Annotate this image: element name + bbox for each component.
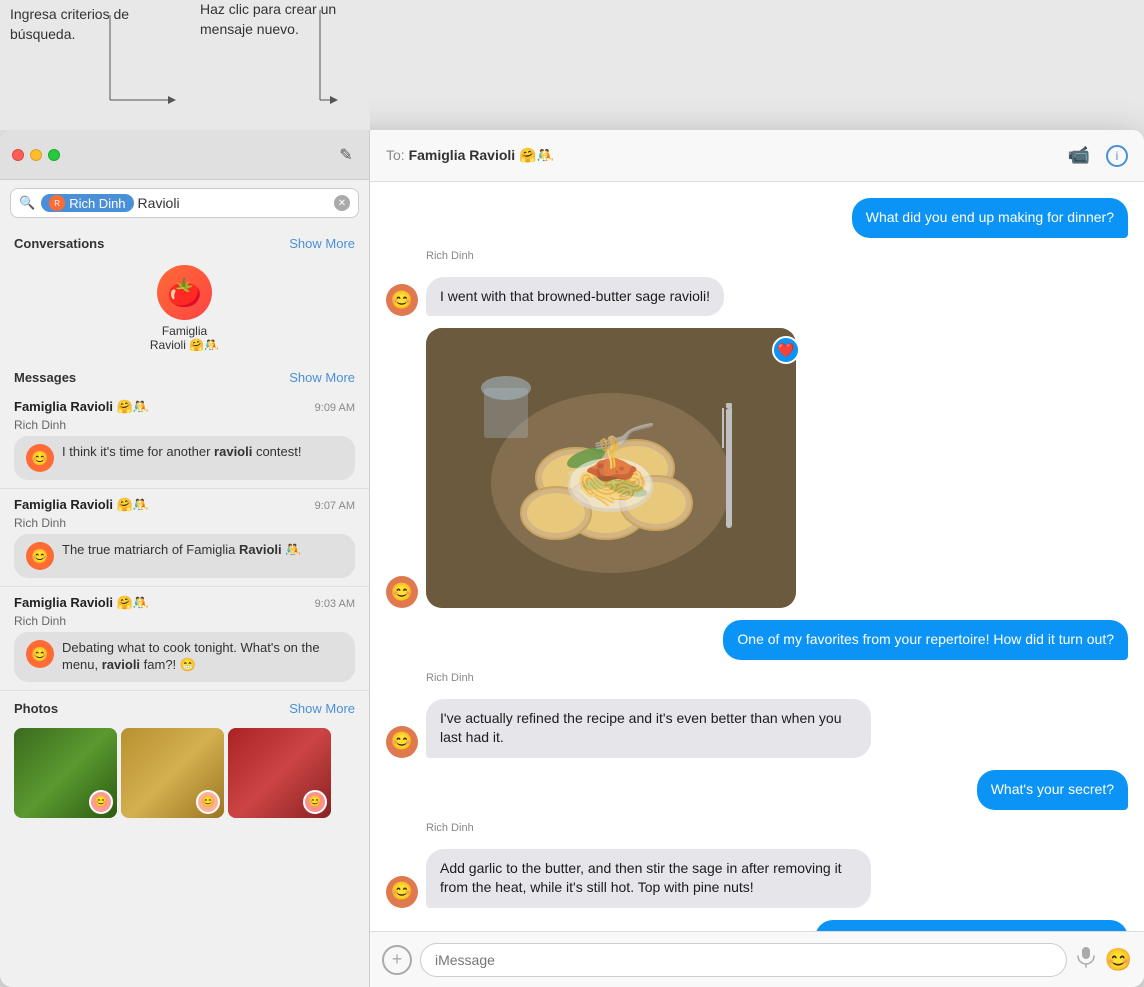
search-token[interactable]: R Rich Dinh <box>41 194 133 212</box>
message-row-outgoing: One of my favorites from your repertoire… <box>386 620 1128 660</box>
chat-input-area: + 😊 <box>370 931 1144 987</box>
photos-grid: 😊 😊 😊 <box>0 722 369 824</box>
app-window: ✎ 🔍 R Rich Dinh Ravioli ✕ Conversations … <box>0 130 1144 987</box>
message-item[interactable]: Famiglia Ravioli 🤗🤼 9:07 AM Rich Dinh 😊 … <box>0 489 369 587</box>
photos-header: Photos Show More <box>0 691 369 722</box>
conversations-show-more[interactable]: Show More <box>289 236 355 251</box>
message-preview: 😊 The true matriarch of Famiglia Ravioli… <box>14 534 355 578</box>
compose-icon: ✎ <box>339 145 352 165</box>
message-row-incoming: 😊 I've actually refined the recipe and i… <box>386 699 1128 758</box>
messages-header: Messages Show More <box>0 360 369 391</box>
message-time: 9:03 AM <box>315 598 355 610</box>
token-avatar: R <box>49 195 65 211</box>
fullscreen-button[interactable] <box>48 149 60 161</box>
token-label: Rich Dinh <box>69 196 125 211</box>
photo-thumb[interactable]: 😊 <box>121 728 224 818</box>
message-from: Famiglia Ravioli 🤗🤼 <box>14 399 149 415</box>
message-from: Famiglia Ravioli 🤗🤼 <box>14 497 149 513</box>
chat-header-actions: 📹 i <box>1068 145 1128 167</box>
photos-title: Photos <box>14 701 58 716</box>
message-preview: 😊 Debating what to cook tonight. What's … <box>14 632 355 682</box>
mini-avatar: 😊 <box>26 542 54 570</box>
search-query: R Rich Dinh Ravioli <box>41 194 328 212</box>
conversations-header: Conversations Show More <box>0 226 369 257</box>
audio-icon[interactable] <box>1075 946 1097 973</box>
search-annotation-text: Ingresa criterios de búsqueda. <box>10 6 129 42</box>
photo-thumb[interactable]: 😊 <box>228 728 331 818</box>
compose-button[interactable]: ✎ <box>335 144 357 166</box>
message-bubble: Add garlic to the butter, and then stir … <box>426 849 871 908</box>
add-button[interactable]: + <box>382 945 412 975</box>
sender-name: Rich Dinh <box>386 822 1128 834</box>
message-row-outgoing: Incredible. I have to try making this fo… <box>386 920 1128 931</box>
conv-avatar: 🍅 <box>157 265 212 320</box>
sender-avatar: 😊 <box>386 876 418 908</box>
emoji-button[interactable]: 😊 <box>1105 947 1132 973</box>
ravioli-image[interactable] <box>426 328 796 608</box>
message-input[interactable] <box>420 943 1067 977</box>
message-row-image: 😊 <box>386 328 1128 608</box>
message-bubble: What's your secret? <box>977 770 1128 810</box>
conversations-title: Conversations <box>14 236 104 251</box>
sidebar-content: Conversations Show More 🍅 FamigliaRaviol… <box>0 226 369 987</box>
sidebar: ✎ 🔍 R Rich Dinh Ravioli ✕ Conversations … <box>0 130 370 987</box>
message-bubble: I've actually refined the recipe and it'… <box>426 699 871 758</box>
sender-name: Rich Dinh <box>386 250 1128 262</box>
compose-annotation-text: Haz clic para crear un mensaje nuevo. <box>200 1 336 37</box>
message-sub: Rich Dinh <box>14 418 355 432</box>
message-bubble: I went with that browned-butter sage rav… <box>426 277 724 317</box>
message-bubble: Incredible. I have to try making this fo… <box>815 920 1128 931</box>
chat-name: Famiglia Ravioli 🤗🤼 <box>409 147 554 163</box>
traffic-lights <box>12 149 60 161</box>
sender-avatar: 😊 <box>386 726 418 758</box>
preview-text: The true matriarch of Famiglia Ravioli 🤼 <box>62 542 301 559</box>
search-text: Ravioli <box>138 195 180 211</box>
message-row-outgoing: What's your secret? <box>386 770 1128 810</box>
message-sub: Rich Dinh <box>14 516 355 530</box>
conversation-item[interactable]: 🍅 FamigliaRavioli 🤗🤼 <box>0 257 369 360</box>
close-button[interactable] <box>12 149 24 161</box>
message-item[interactable]: Famiglia Ravioli 🤗🤼 9:09 AM Rich Dinh 😊 … <box>0 391 369 489</box>
message-row-incoming: 😊 Add garlic to the butter, and then sti… <box>386 849 1128 908</box>
sender-name: Rich Dinh <box>386 672 1128 684</box>
search-icon: 🔍 <box>19 195 35 211</box>
message-row-incoming: 😊 I went with that browned-butter sage r… <box>386 277 1128 317</box>
message-image-container: ❤️ <box>426 328 796 608</box>
message-time: 9:09 AM <box>315 402 355 414</box>
message-from: Famiglia Ravioli 🤗🤼 <box>14 595 149 611</box>
titlebar: ✎ <box>0 130 369 180</box>
message-row-outgoing: What did you end up making for dinner? <box>386 198 1128 238</box>
sender-avatar: 😊 <box>386 576 418 608</box>
minimize-button[interactable] <box>30 149 42 161</box>
chat-area: To: Famiglia Ravioli 🤗🤼 📹 i What did you… <box>370 130 1144 987</box>
photos-show-more[interactable]: Show More <box>289 701 355 716</box>
search-bar[interactable]: 🔍 R Rich Dinh Ravioli ✕ <box>10 188 359 218</box>
message-sub: Rich Dinh <box>14 614 355 628</box>
message-bubble: What did you end up making for dinner? <box>852 198 1128 238</box>
message-time: 9:07 AM <box>315 500 355 512</box>
message-bubble: One of my favorites from your repertoire… <box>723 620 1128 660</box>
mini-avatar: 😊 <box>26 640 54 668</box>
to-label: To: <box>386 147 409 163</box>
message-preview: 😊 I think it's time for another ravioli … <box>14 436 355 480</box>
sender-avatar: 😊 <box>386 284 418 316</box>
chat-title: To: Famiglia Ravioli 🤗🤼 <box>386 147 1068 164</box>
mini-avatar: 😊 <box>26 444 54 472</box>
reaction-badge: ❤️ <box>772 336 800 364</box>
messages-show-more[interactable]: Show More <box>289 370 355 385</box>
conv-name: FamigliaRavioli 🤗🤼 <box>150 324 219 352</box>
video-call-icon[interactable]: 📹 <box>1068 145 1090 166</box>
messages-area: What did you end up making for dinner? R… <box>370 182 1144 931</box>
chat-header: To: Famiglia Ravioli 🤗🤼 📹 i <box>370 130 1144 182</box>
search-clear-button[interactable]: ✕ <box>334 195 350 211</box>
messages-title: Messages <box>14 370 76 385</box>
photo-thumb[interactable]: 😊 <box>14 728 117 818</box>
message-item[interactable]: Famiglia Ravioli 🤗🤼 9:03 AM Rich Dinh 😊 … <box>0 587 369 691</box>
preview-text: Debating what to cook tonight. What's on… <box>62 640 343 674</box>
info-icon[interactable]: i <box>1106 145 1128 167</box>
preview-text: I think it's time for another ravioli co… <box>62 444 301 461</box>
